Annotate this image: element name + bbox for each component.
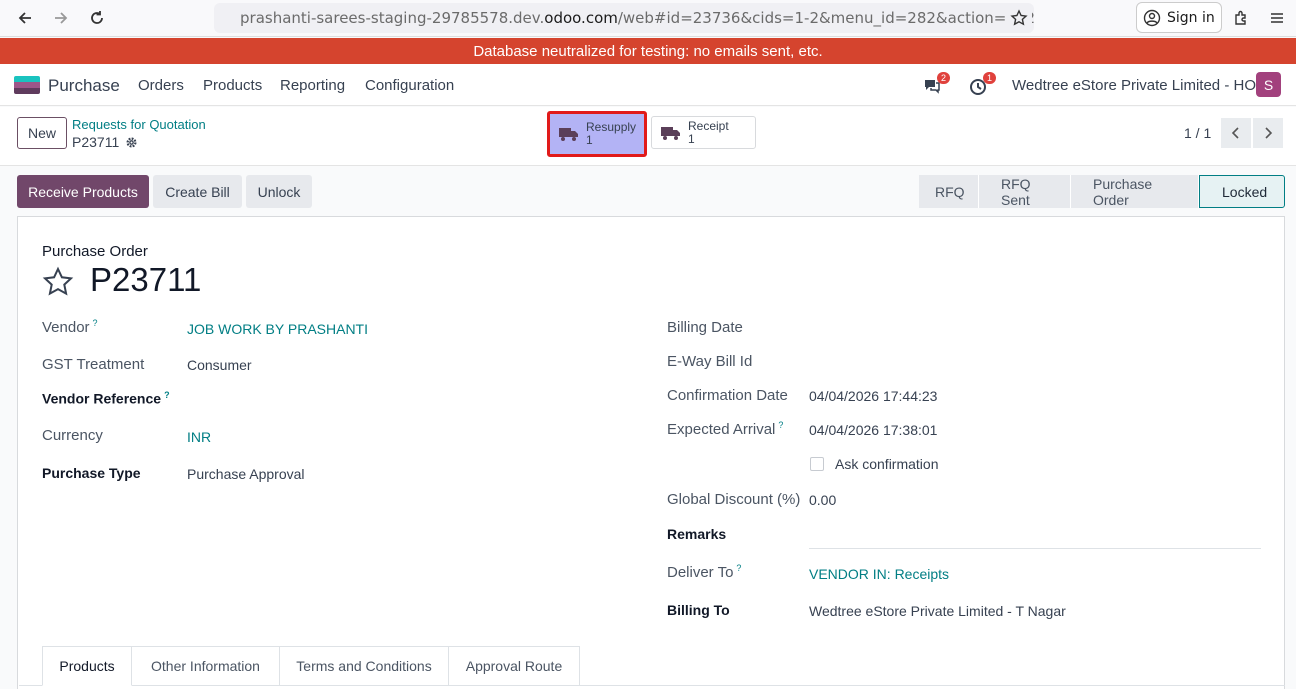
purchase-type-label: Purchase Type [42,465,141,481]
url-text: prashanti-sarees-staging-29785578.dev.od… [240,9,1034,27]
control-panel: New Requests for Quotation P23711 Resupp… [0,107,1296,166]
resupply-label: Resupply [586,120,637,134]
activities-clock-icon[interactable]: 1 [968,72,996,96]
vendor-reference-label: Vendor Reference? [42,390,170,407]
tab-terms-and-conditions[interactable]: Terms and Conditions [280,646,449,686]
document-name: P23711 [90,261,202,298]
unlock-button[interactable]: Unlock [246,175,312,208]
purchase-app-icon[interactable] [14,76,40,94]
confirmation-date-field[interactable]: 04/04/2026 17:44:23 [809,388,937,404]
remarks-field[interactable] [809,548,1261,549]
truck-icon [559,128,578,141]
resupply-smart-button[interactable]: Resupply 1 [547,111,647,157]
billing-date-label: Billing Date [667,319,743,336]
menu-icon[interactable] [1264,6,1290,30]
eway-bill-label: E-Way Bill Id [667,353,753,370]
receipt-smart-button[interactable]: Receipt 1 [651,116,756,149]
extensions-icon[interactable] [1228,6,1254,30]
menu-products[interactable]: Products [203,77,262,94]
currency-field[interactable]: INR [187,429,211,445]
resupply-count: 1 [586,133,593,147]
breadcrumb-rfq-link[interactable]: Requests for Quotation [72,117,206,132]
stage-rfq-sent[interactable]: RFQ Sent [979,175,1071,208]
billing-to-field[interactable]: Wedtree eStore Private Limited - T Nagar [809,603,1066,619]
status-bar: RFQ RFQ Sent Purchase Order Locked [919,175,1285,208]
expected-arrival-label: Expected Arrival? [667,420,784,438]
main-navbar: Purchase Orders Products Reporting Confi… [0,64,1296,106]
pager-previous-icon[interactable] [1221,118,1251,148]
sign-in-label: Sign in [1167,9,1215,26]
tab-products[interactable]: Products [42,646,132,686]
messages-badge: 2 [936,72,950,84]
deliver-to-field[interactable]: VENDOR IN: Receipts [809,566,949,582]
gear-icon[interactable] [125,136,138,149]
purchase-type-field[interactable]: Purchase Approval [187,466,305,482]
menu-orders[interactable]: Orders [138,77,184,94]
ask-confirmation-label: Ask confirmation [835,456,939,472]
expected-arrival-field[interactable]: 04/04/2026 17:38:01 [809,422,937,438]
browser-toolbar: prashanti-sarees-staging-29785578.dev.od… [0,0,1296,37]
stage-purchase-order[interactable]: Purchase Order [1071,175,1199,208]
truck-icon [661,126,680,140]
remarks-label: Remarks [667,526,727,542]
sign-in-button[interactable]: Sign in [1136,2,1222,33]
document-type: Purchase Order [42,243,148,260]
tab-approval-route[interactable]: Approval Route [449,646,580,686]
stage-rfq[interactable]: RFQ [919,175,979,208]
back-icon[interactable] [12,6,38,30]
pager-value[interactable]: 1 / 1 [1184,125,1211,141]
tab-other-information[interactable]: Other Information [132,646,280,686]
receipt-label: Receipt [688,118,729,133]
bookmark-star-icon[interactable] [1006,6,1032,30]
pager-next-icon[interactable] [1253,118,1283,148]
create-bill-button[interactable]: Create Bill [153,175,242,208]
receipt-count: 1 [688,131,695,146]
menu-reporting[interactable]: Reporting [280,77,345,94]
banner-text: Database neutralized for testing: no ema… [473,42,823,60]
messages-icon[interactable]: 2 [922,72,950,96]
activities-badge: 1 [982,72,996,84]
forward-icon[interactable] [48,6,74,30]
favorite-star-icon[interactable] [42,266,74,298]
reload-icon[interactable] [84,6,110,30]
neutralized-banner: Database neutralized for testing: no ema… [0,38,1296,64]
url-bar[interactable]: prashanti-sarees-staging-29785578.dev.od… [214,3,1034,33]
company-switcher[interactable]: Wedtree eStore Private Limited - HO [1012,77,1256,94]
gst-treatment-label: GST Treatment [42,356,145,373]
billing-to-label: Billing To [667,602,730,618]
confirmation-date-label: Confirmation Date [667,387,788,404]
form-sheet: Purchase Order P23711 Vendor? JOB WORK B… [17,216,1285,689]
notebook-tabs: Products Other Information Terms and Con… [42,646,580,686]
vendor-field[interactable]: JOB WORK BY PRASHANTI [187,321,368,337]
account-icon [1143,9,1161,26]
breadcrumb-current-label: P23711 [72,134,120,150]
ask-confirmation-checkbox[interactable] [810,457,824,471]
avatar-letter: S [1263,76,1274,93]
breadcrumb-current: P23711 [72,134,138,150]
app-name[interactable]: Purchase [48,76,120,96]
menu-configuration[interactable]: Configuration [365,77,454,94]
global-discount-label: Global Discount (%) [667,491,801,508]
currency-label: Currency [42,427,103,444]
vendor-label: Vendor? [42,318,98,336]
deliver-to-label: Deliver To? [667,563,742,581]
gst-treatment-field[interactable]: Consumer [187,357,252,373]
global-discount-field[interactable]: 0.00 [809,492,836,508]
user-avatar[interactable]: S [1256,72,1281,97]
receive-products-button[interactable]: Receive Products [17,175,149,208]
stage-locked[interactable]: Locked [1199,175,1285,208]
new-button[interactable]: New [17,117,67,149]
